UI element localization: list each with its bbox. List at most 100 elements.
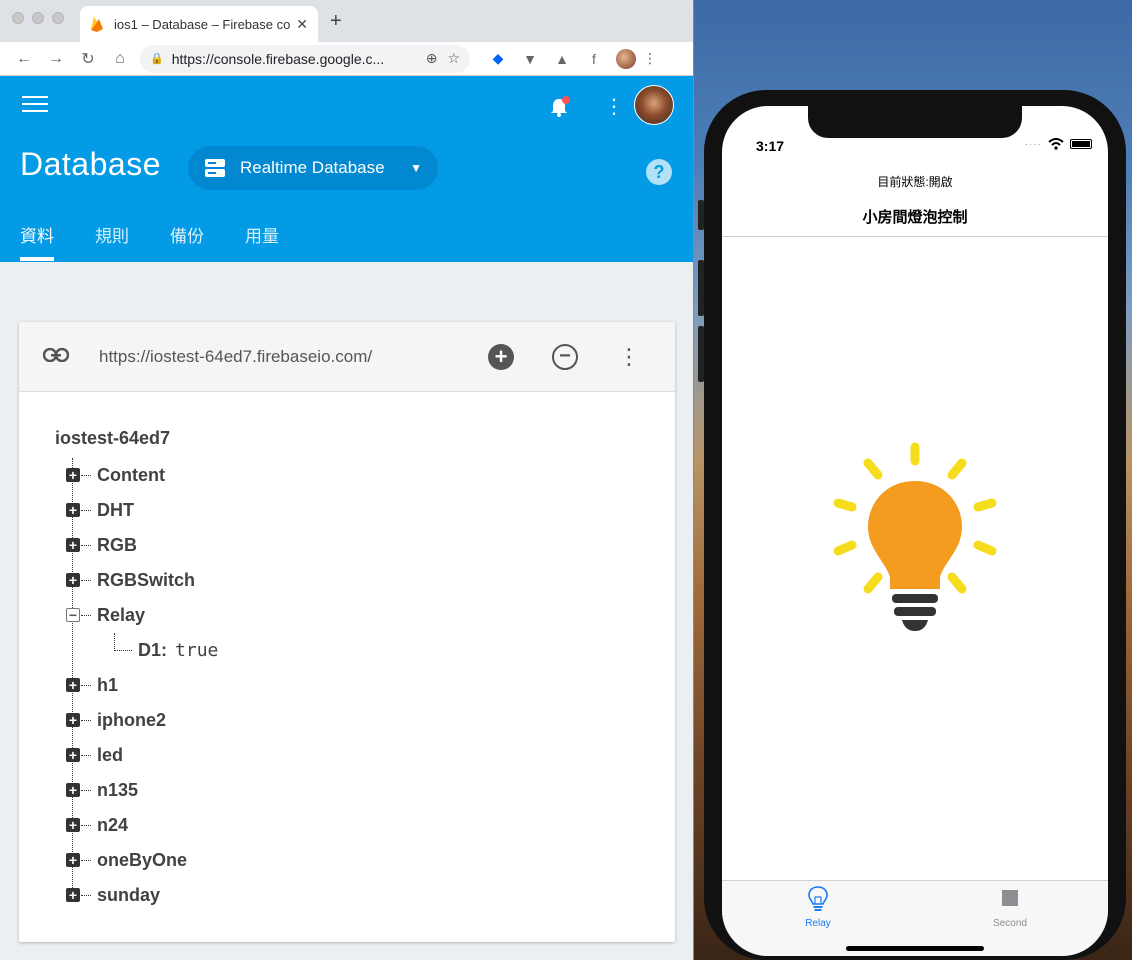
tree-node-key: n135 [97, 780, 139, 800]
expand-icon[interactable]: + [66, 818, 80, 832]
home-icon[interactable]: ⌂ [104, 50, 136, 68]
help-icon[interactable]: ? [646, 159, 672, 185]
expand-icon[interactable]: + [66, 678, 80, 692]
close-tab-icon[interactable]: ✕ [296, 16, 308, 33]
tree-node[interactable]: + sunday [55, 878, 218, 913]
tab-usage[interactable]: 用量 [245, 222, 279, 247]
lock-icon: 🔒 [150, 53, 164, 65]
database-icon [205, 159, 225, 177]
tab-second[interactable]: Second [980, 885, 1040, 929]
tab-data[interactable]: 資料 [20, 222, 54, 261]
tab-title: ios1 – Database – Firebase con [114, 16, 291, 32]
browser-menu-icon[interactable]: ⋮ [642, 50, 658, 67]
facebook-icon[interactable]: f [578, 51, 610, 67]
tree-root[interactable]: iostest-64ed7 [55, 428, 218, 449]
status-bar-time: 3:17 [756, 138, 785, 154]
expand-icon[interactable]: + [66, 503, 80, 517]
database-tree: iostest-64ed7 + Content + DHT + RGB + RGBSwitch… [55, 428, 218, 913]
dropbox-icon[interactable]: ◆ [482, 50, 514, 67]
tree-node[interactable]: + n24 [55, 808, 218, 843]
relay-status-text: 目前狀態:開啟 [877, 175, 953, 189]
mute-switch [698, 200, 704, 230]
tree-connector [81, 790, 91, 791]
volume-up-button [698, 260, 704, 316]
database-selector[interactable]: Realtime Database ▼ [188, 146, 438, 190]
page-title: Database [20, 146, 161, 182]
expand-icon[interactable]: + [66, 783, 80, 797]
expand-icon[interactable]: + [66, 888, 80, 902]
nav-title: 小房間燈泡控制 [862, 209, 968, 226]
tab-backups[interactable]: 備份 [170, 222, 204, 247]
data-card: https://iostest-64ed7.firebaseio.com/ + … [19, 322, 675, 942]
expand-icon[interactable]: + [66, 468, 80, 482]
expand-icon[interactable]: + [66, 538, 80, 552]
tree-child-node[interactable]: D1: true [55, 633, 218, 668]
zoom-window-button[interactable] [52, 12, 64, 24]
tree-connector [81, 720, 91, 721]
close-window-button[interactable] [12, 12, 24, 24]
tree-connector [81, 545, 91, 546]
tree-node[interactable]: + led [55, 738, 218, 773]
tree-node[interactable]: + n135 [55, 773, 218, 808]
expand-icon[interactable]: + [66, 748, 80, 762]
address-bar[interactable]: 🔒 https://console.firebase.google.c... ⊕… [140, 44, 470, 73]
tree-node[interactable]: − Relay [55, 598, 218, 633]
tree-node[interactable]: + iphone2 [55, 703, 218, 738]
tree-connector [81, 825, 91, 826]
forward-icon[interactable]: → [40, 50, 72, 68]
tree-node[interactable]: + RGB [55, 528, 218, 563]
tree-node[interactable]: + h1 [55, 668, 218, 703]
add-icon: + [488, 343, 514, 370]
tree-child-key: D1: [138, 640, 168, 660]
zoom-icon[interactable]: ⊕ [426, 50, 438, 67]
expand-icon[interactable]: + [66, 713, 80, 727]
tree-node-key: oneByOne [97, 850, 188, 870]
tree-connector [81, 755, 91, 756]
tab-relay[interactable]: Relay [788, 885, 848, 929]
tree-child-value[interactable]: true [175, 640, 218, 661]
tree-node[interactable]: + oneByOne [55, 843, 218, 878]
profile-avatar[interactable] [616, 48, 636, 69]
collapse-icon[interactable]: − [66, 608, 80, 622]
tree-node[interactable]: + Content [55, 458, 218, 493]
hamburger-menu-icon[interactable] [22, 96, 48, 117]
tab-relay-label: Relay [805, 918, 831, 929]
tree-node-key: Content [97, 465, 165, 485]
iphone-simulator: 3:17 ···· 目前狀態:開啟 小房間燈泡控制 Relay Second [698, 90, 1126, 960]
light-bulb-toggle[interactable] [830, 439, 1000, 639]
expand-icon[interactable]: + [66, 573, 80, 587]
new-tab-icon[interactable]: + [330, 10, 342, 33]
tree-connector [81, 510, 91, 511]
more-vert-icon[interactable]: ⋮ [604, 94, 624, 119]
browser-tab[interactable]: ios1 – Database – Firebase con ✕ [80, 6, 318, 42]
tree-node[interactable]: + RGBSwitch [55, 563, 218, 598]
bulb-glass-icon [868, 481, 962, 589]
battery-icon [1070, 139, 1092, 149]
notch [808, 106, 1022, 138]
tree-connector [81, 580, 91, 581]
bulb-base-icon [892, 594, 938, 631]
notification-bell-icon[interactable] [548, 96, 570, 118]
reload-icon[interactable]: ↻ [72, 49, 104, 69]
add-child-button[interactable]: + [479, 342, 523, 372]
browser-toolbar: ← → ↻ ⌂ 🔒 https://console.firebase.googl… [0, 42, 693, 76]
tree-node-key: iphone2 [97, 710, 167, 730]
user-avatar[interactable] [634, 85, 674, 125]
database-selector-label: Realtime Database [240, 158, 385, 177]
vivaldi-icon[interactable]: ▼ [514, 51, 546, 67]
tab-rules[interactable]: 規則 [95, 222, 129, 247]
minimize-window-button[interactable] [32, 12, 44, 24]
link-icon[interactable] [42, 345, 83, 368]
expand-icon[interactable]: + [66, 853, 80, 867]
back-icon[interactable]: ← [8, 50, 40, 68]
tree-node-key: DHT [97, 500, 134, 520]
tree-node[interactable]: + DHT [55, 493, 218, 528]
remove-button[interactable]: − [543, 342, 587, 372]
square-icon [1002, 890, 1018, 906]
phone-screen: 3:17 ···· 目前狀態:開啟 小房間燈泡控制 Relay Second [722, 106, 1108, 956]
tab-second-label: Second [993, 918, 1027, 929]
card-more-icon[interactable]: ⋮ [607, 342, 651, 372]
drive-icon[interactable]: ▲ [546, 51, 578, 67]
bookmark-star-icon[interactable]: ☆ [447, 50, 460, 67]
database-tabs: 資料 規則 備份 用量 [0, 222, 300, 261]
